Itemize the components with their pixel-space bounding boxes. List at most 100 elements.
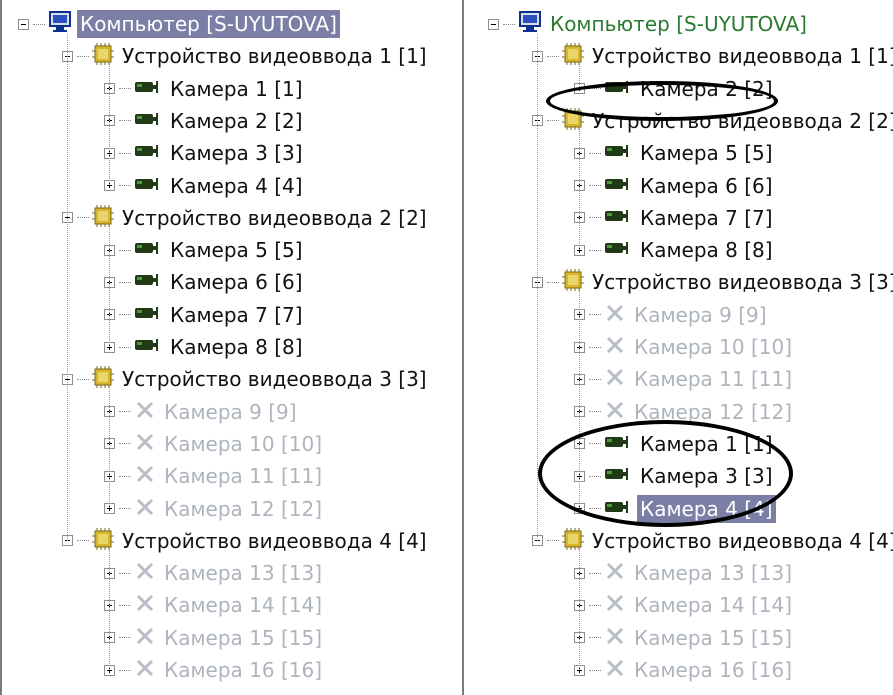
disabled-x-icon — [134, 658, 156, 682]
tree-device-3[interactable]: Устройство видеоввода 3 [3] — [532, 266, 893, 298]
tree-camera-left-2-2[interactable]: Камера 6 [6] — [104, 266, 306, 298]
tree-connector — [33, 23, 45, 25]
tree-connector — [589, 346, 601, 348]
tree-camera-right-2-1[interactable]: Камера 5 [5] — [574, 137, 776, 169]
camera-icon — [134, 305, 162, 325]
camera-label: Камера 9 [9] — [164, 399, 297, 424]
root-label: Компьютер [S-UYUTOVA] — [77, 10, 340, 38]
tree-device-2[interactable]: Устройство видеоввода 2 [2] — [62, 202, 430, 234]
tree-connector — [119, 185, 131, 186]
camera-label: Камера 5 [5] — [170, 238, 303, 263]
tree-connector — [77, 55, 89, 57]
disabled-x-icon — [604, 335, 626, 359]
camera-icon — [134, 272, 162, 292]
tree-camera-right-2-2[interactable]: Камера 6 [6] — [574, 170, 776, 202]
tree-camera-right-4-2[interactable]: Камера 14 [14] — [574, 589, 795, 621]
tree-connector — [119, 443, 131, 445]
tree-camera-left-2-4[interactable]: Камера 8 [8] — [104, 331, 306, 363]
camera-icon — [604, 240, 632, 260]
tree-camera-left-2-1[interactable]: Камера 5 [5] — [104, 234, 306, 266]
tree-connector — [589, 314, 601, 316]
disabled-x-icon — [134, 400, 156, 424]
tree-device-3[interactable]: Устройство видеоввода 3 [3] — [62, 363, 430, 395]
camera-icon — [134, 111, 162, 131]
tree-connector — [589, 217, 601, 219]
disabled-x-icon — [134, 593, 156, 617]
disabled-x-icon — [604, 367, 626, 391]
tree-camera-right-4-4[interactable]: Камера 16 [16] — [574, 654, 795, 686]
root-label: Компьютер [S-UYUTOVA] — [550, 12, 807, 36]
tree-device-4[interactable]: Устройство видеоввода 4 [4] — [532, 525, 893, 557]
tree-connector — [119, 120, 131, 122]
tree-connector — [119, 314, 131, 316]
camera-label: Камера 6 [6] — [170, 270, 303, 295]
disabled-x-icon — [134, 464, 156, 488]
tree-camera-left-4-2[interactable]: Камера 14 [14] — [104, 589, 325, 621]
disabled-x-icon — [134, 432, 156, 456]
tree-camera-left-2-3[interactable]: Камера 7 [7] — [104, 299, 306, 331]
device-label: Устройство видеоввода 1 [1] — [122, 44, 427, 69]
tree-connector — [119, 475, 131, 477]
tree-camera-right-4-3[interactable]: Камера 15 [15] — [574, 622, 795, 654]
device-label: Устройство видеоввода 3 [3] — [592, 270, 893, 295]
camera-label: Камера 11 [11] — [164, 464, 323, 489]
tree-camera-left-1-4[interactable]: Камера 4 [4] — [104, 170, 306, 202]
camera-icon — [604, 176, 632, 196]
tree-camera-left-3-4[interactable]: Камера 12 [12] — [104, 493, 325, 525]
computer-icon — [48, 10, 72, 38]
capture-board-icon — [562, 269, 584, 295]
tree-camera-right-2-3[interactable]: Камера 7 [7] — [574, 202, 776, 234]
tree-connector — [119, 572, 131, 574]
minus-box-icon[interactable] — [18, 18, 29, 30]
disabled-x-icon — [604, 593, 626, 617]
tree-connector — [77, 217, 89, 219]
tree-device-1[interactable]: Устройство видеоввода 1 [1] — [532, 40, 893, 72]
left-panel-border — [462, 0, 464, 695]
tree-camera-right-3-1[interactable]: Камера 9 [9] — [574, 299, 770, 331]
tree-guide-line — [67, 34, 68, 541]
tree-device-4[interactable]: Устройство видеоввода 4 [4] — [62, 525, 430, 557]
camera-icon — [604, 208, 632, 228]
tree-connector — [589, 152, 601, 154]
camera-label: Камера 12 [12] — [164, 496, 323, 521]
tree-camera-left-3-3[interactable]: Камера 11 [11] — [104, 460, 325, 492]
camera-icon — [604, 143, 632, 163]
tree-camera-right-3-2[interactable]: Камера 10 [10] — [574, 331, 795, 363]
tree-camera-left-1-3[interactable]: Камера 3 [3] — [104, 137, 306, 169]
tree-connector — [589, 669, 601, 671]
tree-device-1[interactable]: Устройство видеоввода 1 [1] — [62, 40, 430, 72]
camera-label: Камера 13 [13] — [164, 561, 323, 586]
tree-camera-left-1-2[interactable]: Камера 2 [2] — [104, 105, 306, 137]
camera-label: Камера 4 [4] — [170, 173, 303, 198]
tree-camera-left-3-2[interactable]: Камера 10 [10] — [104, 428, 325, 460]
tree-connector — [119, 637, 131, 639]
tree-camera-left-4-4[interactable]: Камера 16 [16] — [104, 654, 325, 686]
tree-connector — [119, 508, 131, 509]
tree-guide-line — [109, 225, 110, 347]
camera-icon — [134, 240, 162, 260]
camera-label: Камера 10 [10] — [634, 335, 793, 359]
camera-label: Камера 3 [3] — [170, 141, 303, 166]
capture-board-icon — [92, 204, 114, 231]
tree-connector — [589, 572, 601, 574]
disabled-x-icon — [604, 400, 626, 424]
tree-camera-left-1-1[interactable]: Камера 1 [1] — [104, 73, 306, 105]
tree-connector — [589, 411, 601, 413]
tree-connector — [119, 281, 131, 283]
tree-camera-right-4-1[interactable]: Камера 13 [13] — [574, 557, 795, 589]
device-label: Устройство видеоввода 1 [1] — [592, 44, 893, 69]
tree-connector — [589, 249, 601, 251]
device-label: Устройство видеоввода 3 [3] — [122, 367, 427, 392]
tree-camera-right-2-4[interactable]: Камера 8 [8] — [574, 234, 776, 266]
tree-connector — [547, 55, 559, 57]
tree-camera-left-4-1[interactable]: Камера 13 [13] — [104, 557, 325, 589]
disabled-x-icon — [604, 561, 626, 585]
minus-box-icon[interactable] — [488, 18, 499, 30]
tree-camera-left-4-3[interactable]: Камера 15 [15] — [104, 622, 325, 654]
tree-camera-right-3-3[interactable]: Камера 11 [11] — [574, 363, 795, 395]
camera-label: Камера 9 [9] — [634, 302, 767, 327]
camera-label: Камера 7 [7] — [640, 205, 773, 230]
disabled-x-icon — [604, 626, 626, 650]
tree-camera-left-3-1[interactable]: Камера 9 [9] — [104, 396, 300, 428]
tree-connector — [547, 540, 559, 542]
